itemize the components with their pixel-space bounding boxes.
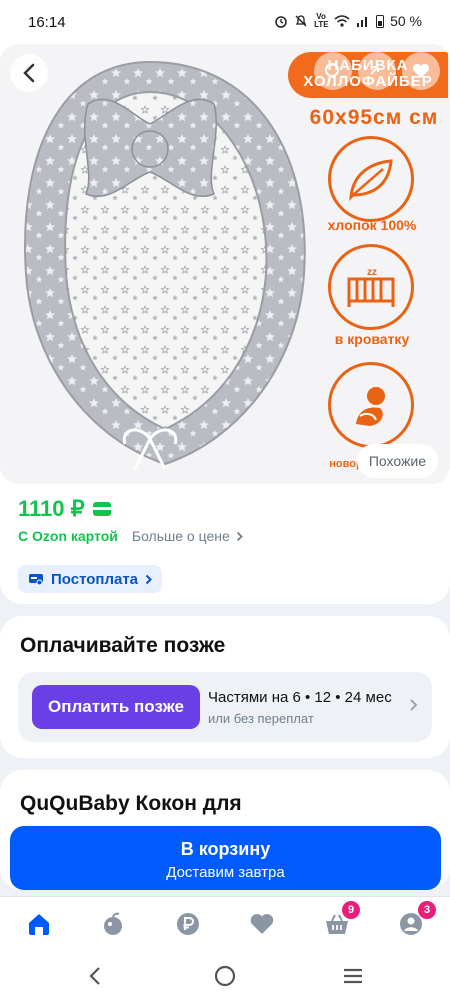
heart-icon [250, 914, 274, 934]
tab-cart[interactable]: 9 [322, 901, 360, 939]
price-row: 1110 ₽ [18, 496, 111, 522]
pay-later-title: Оплачивайте позже [20, 634, 226, 657]
bottom-tab-bar: 9 3 [0, 896, 450, 953]
chevron-right-icon [145, 574, 152, 584]
pay-later-card: Оплачивайте позже Оплатить позже Частями… [0, 616, 450, 758]
truck-icon [29, 574, 43, 586]
price-value: 1110 ₽ [18, 496, 85, 521]
product-card: НАБИВКА ХОЛЛОФАЙБЕР 60x95см см хлопок 10… [0, 44, 450, 604]
nav-back-icon[interactable] [88, 966, 102, 986]
similar-button[interactable]: Похожие [356, 444, 438, 478]
volte-icon: Vo LTE [314, 12, 329, 29]
cart-badge: 9 [342, 901, 360, 919]
favorite-button[interactable] [402, 52, 440, 90]
newborn-feature-badge [328, 362, 414, 448]
crib-icon: zz [347, 267, 395, 307]
add-to-cart-button[interactable]: В корзину Доставим завтра [10, 826, 441, 890]
share-icon [370, 66, 379, 75]
status-icons: Vo LTE 50 % [274, 13, 422, 29]
nav-recents-icon[interactable] [342, 967, 364, 985]
share-button[interactable] [358, 52, 396, 90]
battery-icon [376, 15, 385, 28]
cotton-feature-label: хлопок 100% [327, 217, 417, 233]
ruble-icon [177, 913, 199, 935]
tab-home[interactable] [24, 909, 54, 939]
cotton-feature-badge [328, 136, 414, 222]
mute-icon [295, 15, 307, 27]
status-time: 16:14 [28, 14, 66, 31]
postpay-chip[interactable]: Постоплата [18, 565, 163, 593]
crib-feature-label: в кроватку [334, 331, 410, 347]
no-overpay-text: или без переплат [208, 711, 314, 726]
ozon-card-icon [92, 502, 111, 516]
fresh-icon [104, 912, 122, 935]
add-to-cart-label: В корзину [180, 839, 271, 859]
profile-badge: 3 [418, 901, 436, 919]
product-title: QuQuBaby Кокон для [20, 792, 242, 815]
nav-home-icon[interactable] [214, 965, 236, 987]
postpay-label: Постоплата [51, 570, 139, 588]
tab-profile[interactable]: 3 [396, 901, 436, 939]
signal-icon [357, 17, 368, 27]
alarm-icon [275, 16, 287, 28]
system-nav-bar [0, 952, 450, 1000]
wifi-icon [334, 15, 350, 27]
more-about-price-link[interactable]: Больше о цене [132, 528, 243, 544]
baby-icon [356, 387, 385, 426]
ozon-card-label: С Ozon картой [18, 528, 118, 544]
leaf-icon [349, 159, 393, 201]
chevron-right-icon [410, 699, 418, 711]
tab-favorites[interactable] [247, 909, 277, 939]
tab-finance[interactable] [173, 909, 203, 939]
chevron-right-icon [236, 531, 243, 541]
size-label: 60x95см см [309, 106, 439, 129]
crib-feature-badge: zz [328, 244, 414, 330]
pay-later-button[interactable]: Оплатить позже [32, 685, 200, 729]
pay-later-box[interactable]: Оплатить позже Частями на 6 • 12 • 24 ме… [18, 672, 432, 742]
battery-percent: 50 % [390, 13, 422, 29]
ozon-card-row: С Ozon картой Больше о цене [18, 528, 243, 544]
compare-button[interactable] [314, 52, 352, 90]
back-button[interactable] [10, 54, 48, 92]
svg-text:zz: zz [367, 267, 377, 278]
status-bar: 16:14 Vo LTE 50 % [0, 0, 450, 44]
heart-icon [412, 63, 430, 78]
chevron-left-icon [23, 63, 35, 83]
compare-icon [325, 63, 339, 77]
delivery-label: Доставим завтра [166, 864, 285, 881]
tab-fresh[interactable] [98, 909, 128, 939]
installments-text: Частями на 6 • 12 • 24 мес [208, 689, 392, 706]
product-gallery[interactable]: НАБИВКА ХОЛЛОФАЙБЕР 60x95см см хлопок 10… [0, 44, 450, 484]
home-icon [29, 914, 49, 935]
more-about-price-label: Больше о цене [131, 528, 230, 544]
